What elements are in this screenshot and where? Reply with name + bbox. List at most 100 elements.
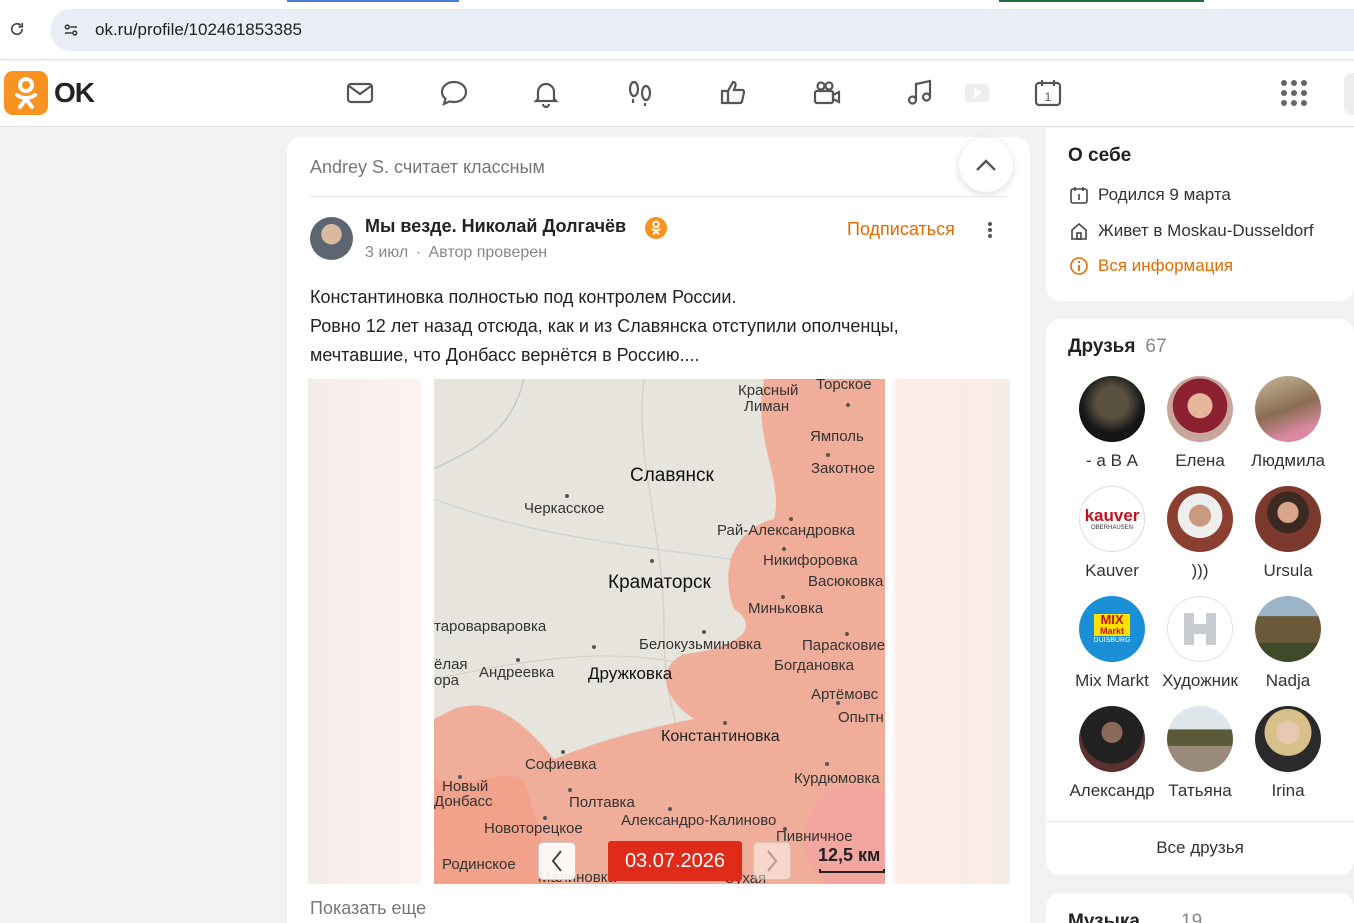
mix-logo-city: DUISBURG bbox=[1093, 636, 1131, 644]
friend-name[interactable]: Ursula bbox=[1244, 561, 1332, 581]
chevron-up-icon bbox=[976, 159, 996, 171]
birthday-text: Родился 9 марта bbox=[1098, 185, 1231, 204]
friend-item[interactable]: MIX Markt DUISBURG Mix Markt bbox=[1068, 596, 1156, 691]
mix-logo-subtext: Markt bbox=[1093, 625, 1130, 636]
svg-text:Рай-Александровка: Рай-Александровка bbox=[717, 522, 855, 539]
friend-item[interactable]: Александр bbox=[1068, 706, 1156, 801]
site-info-icon[interactable] bbox=[60, 19, 82, 41]
map-prev-button[interactable] bbox=[538, 842, 576, 880]
friends-title[interactable]: Друзья 67 bbox=[1068, 336, 1167, 358]
about-title: О себе bbox=[1068, 145, 1132, 166]
url-text[interactable]: ok.ru/profile/102461853385 bbox=[95, 20, 302, 40]
show-more-link[interactable]: Показать еще bbox=[310, 898, 426, 919]
friends-title-text[interactable]: Друзья bbox=[1068, 336, 1135, 357]
post-date[interactable]: 3 июл bbox=[365, 244, 408, 261]
friend-item[interactable]: kauver OBERHAUSEN Kauver bbox=[1068, 486, 1156, 581]
friend-avatar[interactable] bbox=[1167, 706, 1233, 772]
reload-button[interactable] bbox=[6, 18, 28, 40]
friend-name[interactable]: Nadja bbox=[1244, 671, 1332, 691]
friend-name[interactable]: Александр bbox=[1068, 781, 1156, 801]
music-title[interactable]: Музыка bbox=[1068, 911, 1140, 923]
friend-avatar[interactable] bbox=[1255, 706, 1321, 772]
friend-avatar[interactable] bbox=[1079, 376, 1145, 442]
address-bar[interactable]: ok.ru/profile/102461853385 bbox=[50, 9, 1354, 51]
friend-name[interactable]: Kauver bbox=[1068, 561, 1156, 581]
ok-logo-text[interactable]: OK bbox=[54, 77, 95, 109]
birthday-row: Родился 9 марта bbox=[1068, 184, 1231, 206]
mix-markt-logo-icon[interactable]: MIX Markt DUISBURG bbox=[1079, 596, 1145, 662]
friend-avatar[interactable] bbox=[1167, 376, 1233, 442]
collapse-button[interactable] bbox=[959, 138, 1013, 192]
friend-item[interactable]: Елена bbox=[1156, 376, 1244, 471]
friend-item[interactable]: Ursula bbox=[1244, 486, 1332, 581]
svg-text:Донбасс: Донбасс bbox=[434, 793, 493, 810]
subscribe-button[interactable]: Подписаться bbox=[847, 219, 955, 240]
friend-avatar[interactable] bbox=[1167, 596, 1233, 662]
mail-icon[interactable] bbox=[342, 75, 378, 111]
post-media[interactable]: Красный Лиман Торское Ямполь Славянск За… bbox=[308, 379, 1010, 884]
friend-name[interactable]: Irina bbox=[1244, 781, 1332, 801]
chevron-right-icon bbox=[767, 850, 778, 872]
location-text: Живет в Moskau-Dusseldorf bbox=[1098, 221, 1314, 240]
kauver-logo-icon[interactable]: kauver OBERHAUSEN bbox=[1079, 486, 1145, 552]
svg-text:Торское: Торское bbox=[816, 379, 872, 393]
friend-item[interactable]: Irina bbox=[1244, 706, 1332, 801]
video-icon[interactable] bbox=[809, 75, 845, 111]
post-text-line: мечтавшие, что Донбасс вернётся в Россию… bbox=[310, 345, 700, 365]
apps-grid-icon[interactable] bbox=[1276, 75, 1312, 111]
friends-count: 67 bbox=[1145, 336, 1167, 357]
friend-avatar[interactable] bbox=[1079, 706, 1145, 772]
svg-text:Андреевка: Андреевка bbox=[479, 664, 555, 681]
friend-name[interactable]: Елена bbox=[1156, 451, 1244, 471]
guests-icon[interactable] bbox=[622, 75, 658, 111]
like-icon[interactable] bbox=[716, 75, 752, 111]
svg-text:1: 1 bbox=[1045, 90, 1052, 104]
ok-logo-icon[interactable] bbox=[4, 71, 48, 115]
all-info-row[interactable]: Вся информация bbox=[1068, 255, 1233, 277]
friend-item[interactable]: Nadja bbox=[1244, 596, 1332, 691]
map-image[interactable]: Красный Лиман Торское Ямполь Славянск За… bbox=[434, 379, 885, 884]
friend-name[interactable]: ))) bbox=[1156, 561, 1244, 581]
friend-name[interactable]: Mix Markt bbox=[1068, 671, 1156, 691]
friend-avatar[interactable] bbox=[1167, 486, 1233, 552]
svg-text:Артёмовс: Артёмовс bbox=[811, 686, 879, 703]
svg-text:Красный: Красный bbox=[738, 382, 798, 399]
music-icon[interactable] bbox=[902, 75, 938, 111]
svg-text:Закотное: Закотное bbox=[811, 460, 875, 477]
friend-item[interactable]: ))) bbox=[1156, 486, 1244, 581]
chat-icon[interactable] bbox=[436, 75, 472, 111]
svg-text:Васюковка: Васюковка bbox=[808, 573, 884, 590]
bell-icon[interactable] bbox=[528, 75, 564, 111]
svg-text:Константиновка: Константиновка bbox=[661, 728, 780, 745]
friends-card: Друзья 67 - а В А Елена Людмила kauver OB… bbox=[1046, 319, 1354, 875]
liked-by-text[interactable]: Andrey S. считает классным bbox=[310, 157, 545, 178]
verified-text: Автор проверен bbox=[428, 244, 548, 261]
all-friends-link[interactable]: Все друзья bbox=[1046, 838, 1354, 858]
friend-avatar[interactable] bbox=[1255, 486, 1321, 552]
friend-name[interactable]: Татьяна bbox=[1156, 781, 1244, 801]
tab-indicator bbox=[287, 0, 459, 2]
music-count: 19 bbox=[1181, 911, 1203, 923]
friend-avatar[interactable] bbox=[1255, 596, 1321, 662]
map-next-button[interactable] bbox=[753, 842, 791, 880]
svg-text:ора: ора bbox=[434, 672, 460, 689]
friend-item[interactable]: Художник bbox=[1156, 596, 1244, 691]
friend-name[interactable]: Художник bbox=[1156, 671, 1244, 691]
author-name[interactable]: Мы везде. Николай Долгачёв bbox=[365, 216, 626, 237]
friend-item[interactable]: Татьяна bbox=[1156, 706, 1244, 801]
all-info-link[interactable]: Вся информация bbox=[1098, 256, 1233, 276]
play-icon[interactable] bbox=[958, 75, 994, 111]
friend-item[interactable]: Людмила bbox=[1244, 376, 1332, 471]
friend-name[interactable]: Людмила bbox=[1244, 451, 1332, 471]
svg-text:Полтавка: Полтавка bbox=[569, 794, 635, 811]
friend-item[interactable]: - а В А bbox=[1068, 376, 1156, 471]
map-scale-label: 12,5 км bbox=[818, 845, 881, 865]
about-card: О себе Родился 9 марта Живет в Moskau-Du… bbox=[1046, 128, 1354, 301]
friend-avatar[interactable] bbox=[1255, 376, 1321, 442]
friend-name[interactable]: - а В А bbox=[1068, 451, 1156, 471]
author-avatar[interactable] bbox=[310, 217, 353, 260]
more-options-icon[interactable] bbox=[982, 219, 998, 241]
svg-text:тароварваровка: тароварваровка bbox=[434, 618, 547, 635]
calendar-icon[interactable]: 1 bbox=[1030, 75, 1066, 111]
user-menu-button[interactable] bbox=[1344, 73, 1354, 115]
